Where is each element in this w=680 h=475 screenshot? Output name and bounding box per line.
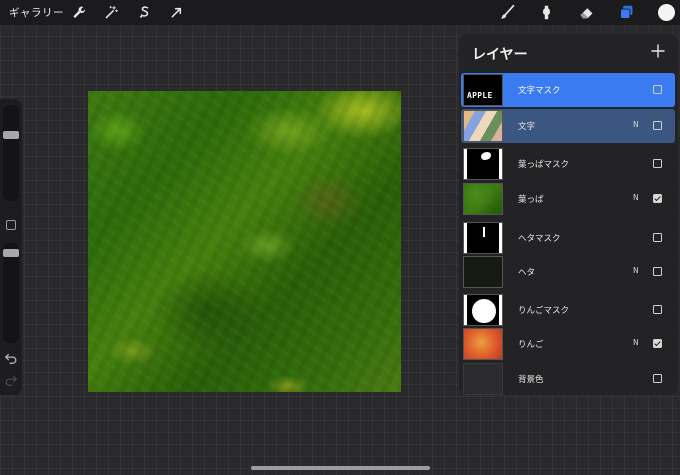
layer-row-text-mask[interactable]: APPLE 文字マスク [461, 73, 675, 107]
canvas-artwork[interactable] [88, 91, 401, 392]
layer-thumbnail [463, 110, 503, 142]
layer-row-stem-mask[interactable]: ヘタマスク [461, 221, 675, 255]
layer-row-text[interactable]: 文字 N [461, 109, 675, 143]
blend-mode-button[interactable]: N [633, 338, 639, 347]
opacity-slider[interactable] [3, 243, 19, 343]
layer-thumbnail [463, 294, 503, 326]
eraser-icon[interactable] [578, 4, 595, 21]
visibility-checkbox[interactable] [653, 305, 662, 314]
visibility-checkbox[interactable] [653, 233, 662, 242]
visibility-checkbox[interactable] [653, 194, 662, 203]
visibility-checkbox[interactable] [653, 267, 662, 276]
blend-mode-button[interactable]: N [633, 266, 639, 275]
layer-row-leaf-mask[interactable]: 葉っぱマスク [461, 147, 675, 181]
layer-row-leaves[interactable]: 葉っぱ N [461, 182, 675, 216]
top-toolbar: ギャラリー [0, 0, 680, 25]
visibility-checkbox[interactable] [653, 121, 662, 130]
home-indicator [251, 466, 430, 470]
redo-button[interactable] [4, 373, 18, 387]
layers-panel: レイヤー APPLE 文字マスク 文字 N 葉っぱマスク 葉っぱ N ヘタマスク… [459, 34, 678, 395]
layer-thumbnail: APPLE [463, 74, 503, 106]
apple-mask-text: APPLE [467, 91, 493, 100]
visibility-checkbox[interactable] [653, 339, 662, 348]
selection-icon[interactable] [136, 4, 153, 21]
layer-thumbnail [463, 222, 503, 254]
layer-name: 葉っぱ [518, 195, 544, 205]
visibility-checkbox[interactable] [653, 159, 662, 168]
layer-thumbnail [463, 148, 503, 180]
brush-size-thumb[interactable] [3, 131, 19, 139]
layer-thumbnail [463, 328, 503, 360]
add-layer-button[interactable] [649, 42, 667, 60]
layer-thumbnail [463, 183, 503, 215]
layer-name: ヘタ [518, 268, 536, 278]
layer-row-apple[interactable]: りんご N [461, 327, 675, 361]
layers-icon[interactable] [618, 4, 635, 21]
leaf-shape [481, 152, 491, 160]
brush-size-slider[interactable] [3, 105, 19, 201]
layer-thumbnail [463, 256, 503, 288]
magic-wand-icon[interactable] [103, 4, 120, 21]
visibility-checkbox[interactable] [653, 85, 662, 94]
color-picker-button[interactable] [658, 4, 675, 21]
blend-mode-button[interactable]: N [633, 193, 639, 202]
layer-name: りんご [518, 340, 544, 350]
left-sidebar [0, 99, 22, 395]
opacity-thumb[interactable] [3, 249, 19, 257]
layer-name: 文字 [518, 122, 536, 132]
apple-shape [472, 299, 496, 323]
smudge-icon[interactable] [538, 4, 555, 21]
layers-panel-title: レイヤー [472, 47, 528, 63]
wrench-icon[interactable] [71, 4, 88, 21]
layer-name: ヘタマスク [518, 234, 561, 244]
blend-mode-button[interactable]: N [633, 120, 639, 129]
modify-button[interactable] [6, 220, 16, 230]
visibility-checkbox[interactable] [653, 374, 662, 383]
layer-row-stem[interactable]: ヘタ N [461, 255, 675, 289]
layer-name: 文字マスク [518, 86, 561, 96]
layer-name: 葉っぱマスク [518, 160, 570, 170]
transform-arrow-icon[interactable] [168, 4, 185, 21]
layer-thumbnail [463, 363, 503, 395]
layer-row-background-color[interactable]: 背景色 [461, 362, 675, 395]
brush-icon[interactable] [499, 4, 516, 21]
layer-name: りんごマスク [518, 306, 570, 316]
layer-row-apple-mask[interactable]: りんごマスク [461, 293, 675, 327]
undo-button[interactable] [4, 351, 18, 365]
gallery-button[interactable]: ギャラリー [9, 5, 64, 20]
layer-name: 背景色 [518, 375, 544, 385]
stem-shape [483, 227, 485, 237]
